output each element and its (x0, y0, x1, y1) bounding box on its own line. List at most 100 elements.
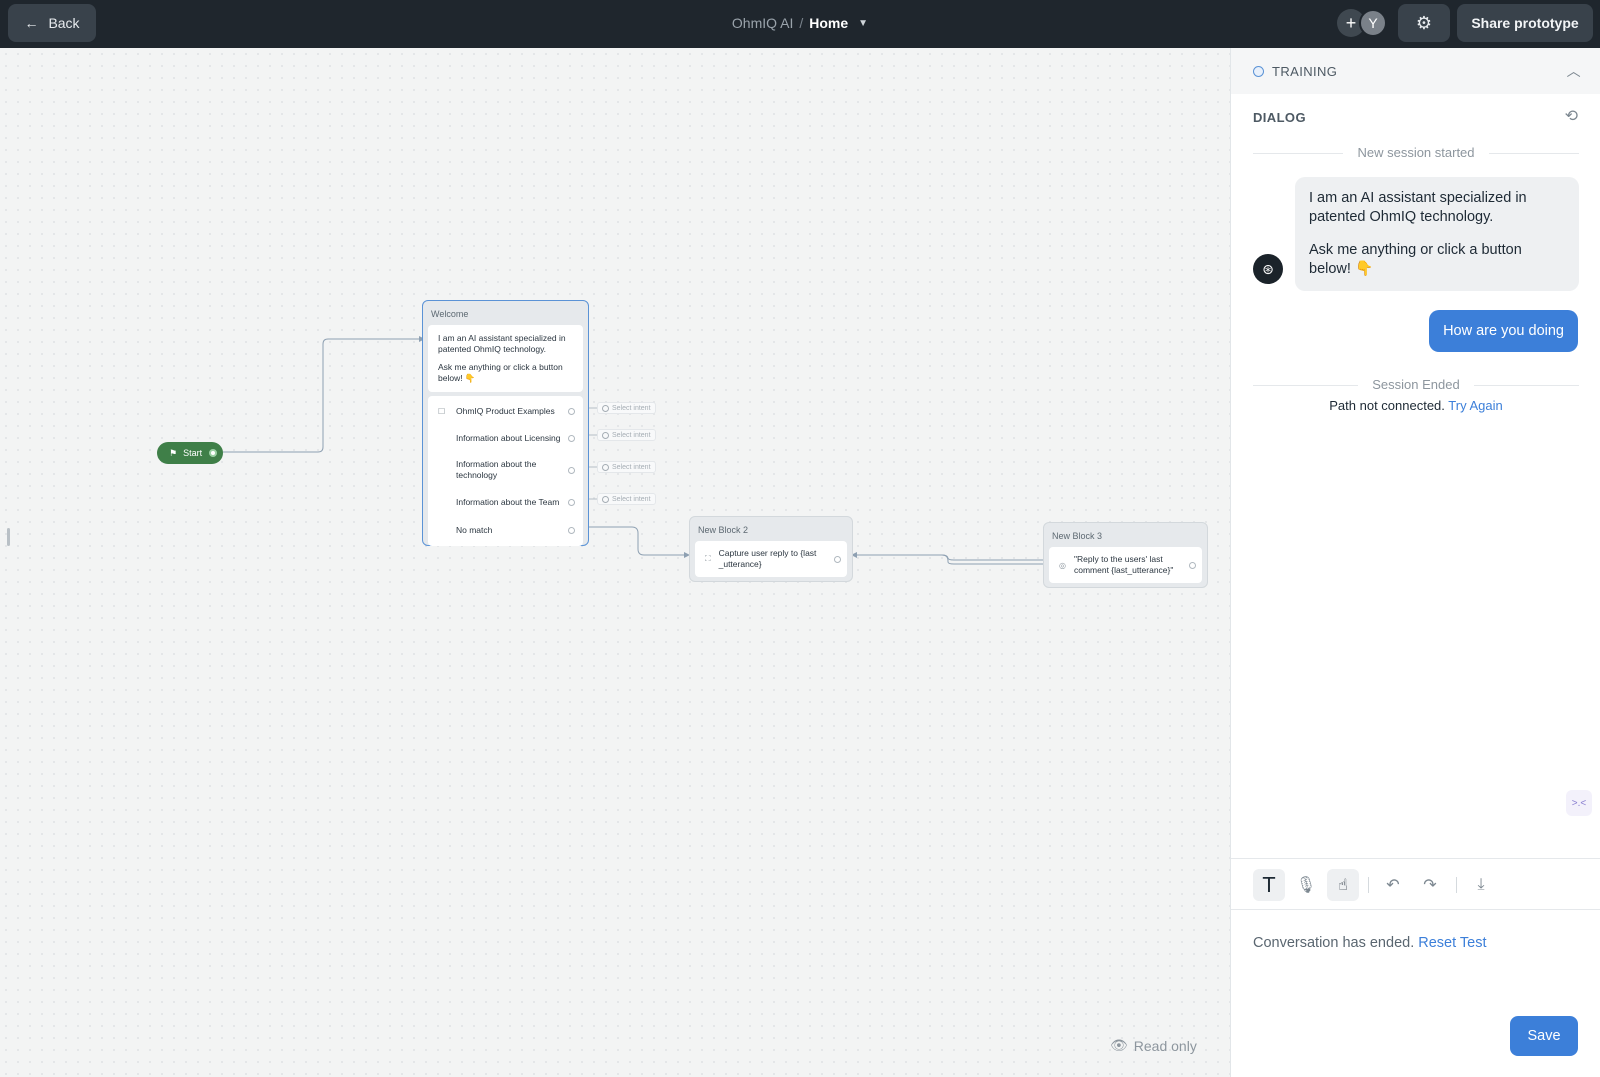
step-port[interactable] (834, 555, 841, 563)
choice-step[interactable]: ☐ OhmIQ Product Examples Information abo… (428, 396, 583, 546)
pointer-icon: ☝ (1338, 877, 1348, 894)
settings-button[interactable]: ⚙ (1398, 4, 1450, 42)
step-port[interactable] (1189, 561, 1196, 569)
chevron-down-icon[interactable]: ▼ (858, 18, 868, 29)
avatar[interactable]: Y (1359, 9, 1387, 37)
new-block-2[interactable]: New Block 2 ⛶ Capture user reply to {las… (689, 516, 853, 582)
ai-response-step[interactable]: ◎ "Reply to the users' last comment {las… (1049, 547, 1202, 583)
test-panel: TRAINING ︿ DIALOG ⟲ New session started … (1230, 48, 1600, 1077)
training-section-header[interactable]: TRAINING ︿ (1231, 48, 1600, 94)
undo-button[interactable]: ↶ (1377, 869, 1409, 901)
dialog-heading: DIALOG (1253, 110, 1306, 125)
block-title: New Block 3 (1052, 531, 1103, 541)
choice-port[interactable] (568, 434, 575, 442)
top-bar: ← Back OhmIQ AI / Home ▼ + Y ⚙ Share pro… (0, 0, 1600, 48)
share-prototype-button[interactable]: Share prototype (1457, 4, 1593, 42)
select-intent-chip[interactable]: Select intent (597, 461, 656, 473)
toolbar-divider (1456, 877, 1457, 893)
capture-icon: ⛶ (705, 554, 711, 563)
info-icon (602, 404, 609, 412)
text-mode-button[interactable]: T (1253, 869, 1285, 901)
read-only-indicator: 👁 Read only (1110, 1037, 1197, 1054)
path-status-message: Path not connected. Try Again (1231, 398, 1600, 413)
block-title: New Block 2 (698, 525, 749, 535)
bot-message-text: Ask me anything or click a button below!… (1309, 242, 1522, 277)
choice-item[interactable]: No match (428, 516, 583, 544)
download-button[interactable]: ⤓ (1465, 869, 1497, 901)
refresh-icon[interactable]: ⟲ (1565, 106, 1578, 126)
save-button[interactable]: Save (1510, 1016, 1578, 1056)
choice-item[interactable]: Information about the technology (428, 452, 583, 488)
message-text: I am an AI assistant specialized in pate… (438, 333, 566, 354)
training-status-icon (1253, 65, 1264, 77)
session-ended-text: Session Ended (1358, 377, 1474, 392)
select-intent-chip[interactable]: Select intent (597, 429, 656, 441)
intent-label: Select intent (612, 431, 651, 439)
input-mode-toolbar: T 🎙 ☝ ↶ ↷ ⤓ (1231, 858, 1600, 910)
choice-item[interactable]: ☐ OhmIQ Product Examples (428, 398, 583, 424)
start-port[interactable] (209, 449, 217, 457)
bot-message-text: I am an AI assistant specialized in pate… (1309, 190, 1527, 225)
eye-icon: 👁 (1110, 1037, 1128, 1053)
choice-port[interactable] (568, 407, 575, 415)
assistant-widget-icon[interactable]: >.< (1566, 790, 1592, 816)
info-icon (602, 495, 609, 503)
chevron-up-icon[interactable]: ︿ (1567, 61, 1581, 81)
gear-icon: ⚙ (1415, 12, 1433, 33)
intent-label: Select intent (612, 404, 651, 412)
select-intent-chip[interactable]: Select intent (597, 493, 656, 505)
info-icon (602, 463, 609, 471)
bot-message-bubble: I am an AI assistant specialized in pate… (1295, 177, 1579, 291)
block-title: Welcome (431, 309, 469, 319)
back-button[interactable]: ← Back (8, 4, 96, 42)
intent-label: Select intent (612, 495, 651, 503)
choice-item[interactable]: Information about the Team (428, 488, 583, 516)
capture-text: Capture user reply to {last_utterance} (718, 548, 817, 569)
welcome-block[interactable]: Welcome I am an AI assistant specialized… (422, 300, 589, 546)
voice-mode-button[interactable]: 🎙 (1290, 869, 1322, 901)
choice-label: Information about Licensing (456, 432, 561, 443)
microphone-icon: 🎙 (1295, 877, 1317, 894)
session-started-label: New session started (1231, 145, 1600, 160)
start-node[interactable]: ⚑ Start (157, 442, 223, 464)
choice-item[interactable]: Information about Licensing (428, 424, 583, 452)
new-block-3[interactable]: New Block 3 ◎ "Reply to the users' last … (1043, 522, 1208, 588)
reset-test-link[interactable]: Reset Test (1418, 935, 1486, 951)
message-step[interactable]: I am an AI assistant specialized in pate… (428, 325, 583, 392)
conversation-status: Conversation has ended. Reset Test (1253, 935, 1487, 951)
arrow-left-icon: ← (24, 15, 39, 31)
ai-icon: ◎ (1059, 560, 1066, 570)
choice-label: OhmIQ Product Examples (456, 405, 555, 416)
choice-port[interactable] (568, 526, 575, 534)
training-label: TRAINING (1272, 63, 1338, 79)
choice-port[interactable] (568, 466, 575, 474)
choice-label: Information about the technology (456, 459, 537, 480)
bot-avatar: ⊛ (1253, 254, 1283, 284)
capture-step[interactable]: ⛶ Capture user reply to {last_utterance} (695, 541, 847, 577)
toolbar-divider (1368, 877, 1369, 893)
current-page-name[interactable]: Home (809, 15, 848, 31)
breadcrumb-separator: / (799, 15, 804, 31)
back-label: Back (48, 15, 80, 31)
ai-response-text: "Reply to the users' last comment {last_… (1073, 554, 1174, 575)
read-only-label: Read only (1133, 1037, 1197, 1054)
user-message-bubble: How are you doing (1429, 310, 1578, 352)
select-intent-chip[interactable]: Select intent (597, 402, 656, 414)
redo-button[interactable]: ↷ (1414, 869, 1446, 901)
bot-logo-icon: ⊛ (1262, 260, 1274, 277)
intent-label: Select intent (612, 463, 651, 471)
download-icon: ⤓ (1477, 876, 1485, 893)
project-name[interactable]: OhmIQ AI (732, 15, 793, 31)
flag-icon: ⚑ (169, 447, 178, 458)
try-again-link[interactable]: Try Again (1448, 398, 1502, 413)
choice-label: Information about the Team (456, 496, 560, 507)
choice-icon: ☐ (438, 406, 446, 416)
path-not-connected-text: Path not connected. (1329, 398, 1445, 413)
canvas-resize-handle[interactable] (7, 528, 10, 546)
click-mode-button[interactable]: ☝ (1327, 869, 1359, 901)
choice-label: No match (456, 524, 493, 535)
start-label: Start (183, 448, 203, 458)
choice-port[interactable] (568, 498, 575, 506)
session-started-text: New session started (1343, 145, 1489, 160)
info-icon (602, 431, 609, 439)
